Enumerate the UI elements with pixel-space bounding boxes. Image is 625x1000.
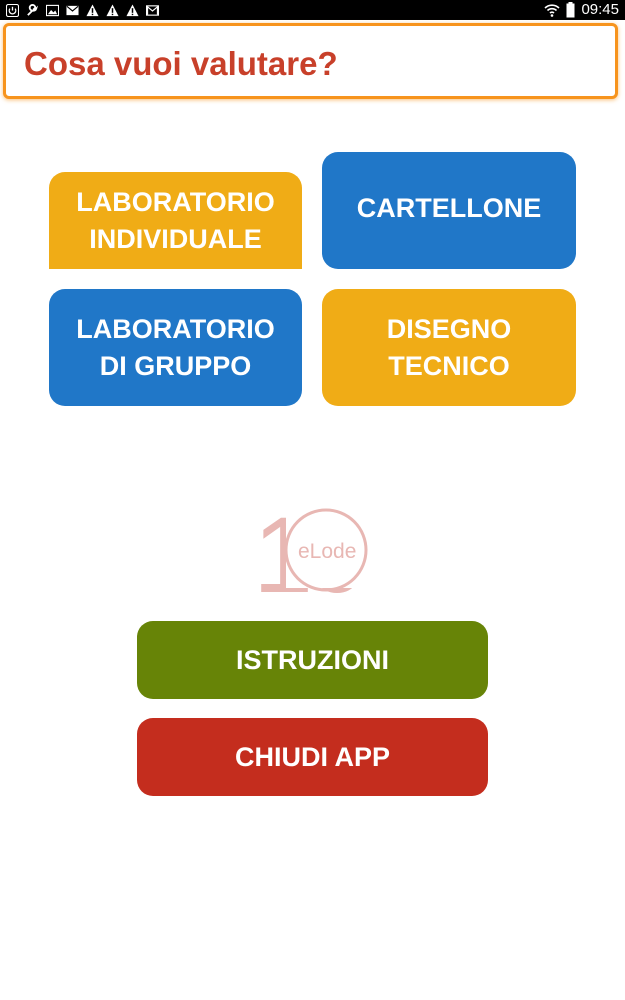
laboratorio-individuale-button[interactable]: LABORATORIO INDIVIDUALE bbox=[49, 172, 302, 269]
header: Cosa vuoi valutare? bbox=[3, 23, 618, 99]
istruzioni-button[interactable]: ISTRUZIONI bbox=[137, 621, 488, 699]
elode-logo: 10 eLode bbox=[253, 500, 370, 598]
wifi-icon bbox=[544, 4, 561, 17]
warning-icon bbox=[126, 3, 139, 16]
warning-icon bbox=[86, 3, 99, 16]
chiudi-app-button[interactable]: CHIUDI APP bbox=[137, 718, 488, 796]
page-title: Cosa vuoi valutare? bbox=[24, 45, 338, 82]
laboratorio-di-gruppo-button[interactable]: LABORATORIO DI GRUPPO bbox=[49, 289, 302, 406]
disegno-tecnico-button[interactable]: DISEGNO TECNICO bbox=[322, 289, 576, 406]
mail-icon bbox=[66, 5, 79, 15]
gmail-icon bbox=[146, 4, 159, 16]
status-bar: 09:45 bbox=[0, 0, 625, 20]
clock: 09:45 bbox=[581, 1, 619, 18]
wrench-icon bbox=[27, 3, 39, 16]
system-icons: 09:45 bbox=[544, 1, 619, 19]
image-icon bbox=[46, 4, 59, 16]
warning-icon bbox=[106, 3, 119, 16]
power-icon bbox=[6, 3, 19, 17]
battery-icon bbox=[566, 2, 575, 18]
cartellone-button[interactable]: CARTELLONE bbox=[322, 152, 576, 269]
notification-icons bbox=[6, 2, 159, 18]
logo-text: eLode bbox=[298, 540, 356, 563]
